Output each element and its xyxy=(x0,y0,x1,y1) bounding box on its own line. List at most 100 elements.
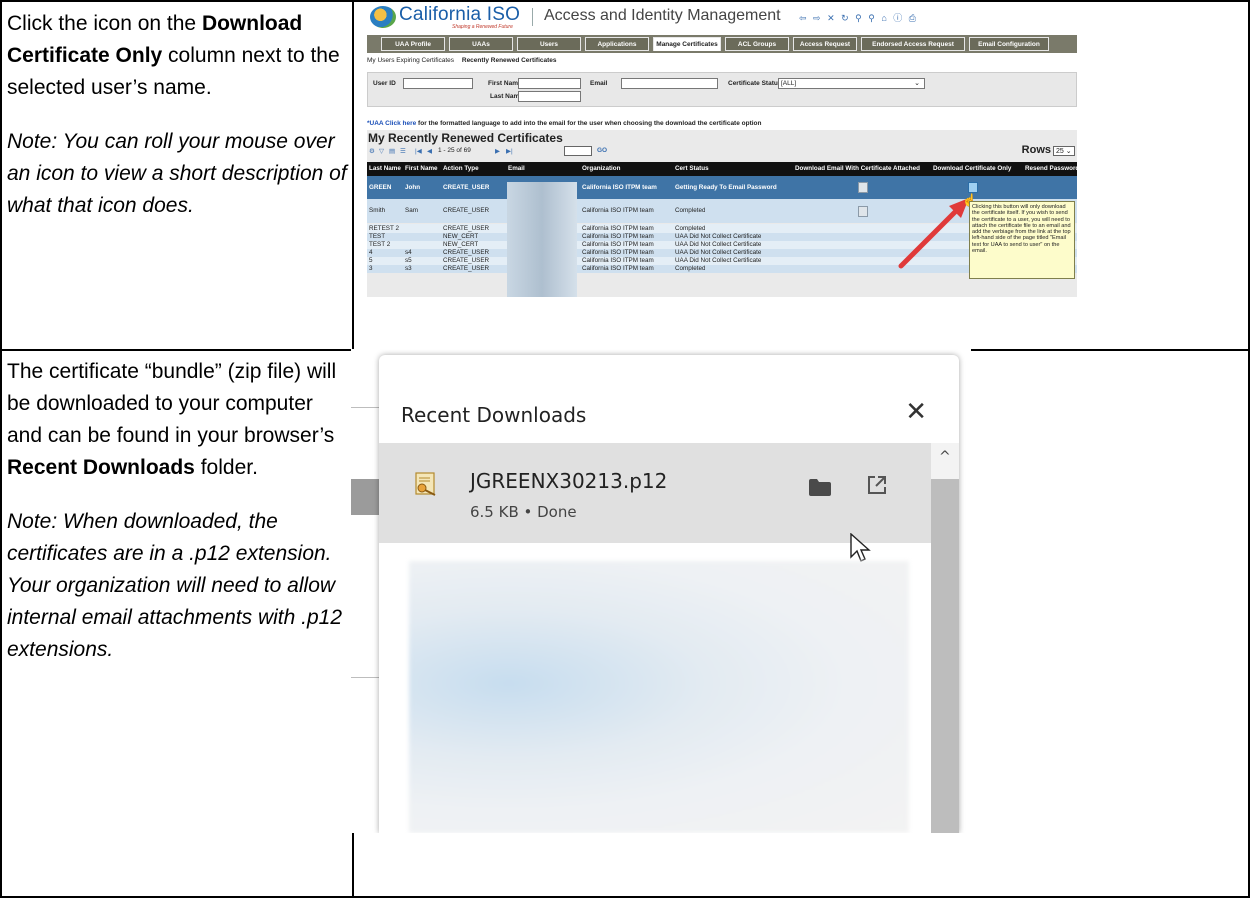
cell-first-name: s3 xyxy=(405,265,412,272)
tab-applications[interactable]: Applications xyxy=(585,37,649,51)
cell-action-type: CREATE_USER xyxy=(443,249,490,256)
aim-header: California ISO Shaping a Renewed Future … xyxy=(367,2,1077,32)
prev-page-icon[interactable]: ◀ xyxy=(427,147,432,155)
col-cert-status[interactable]: Cert Status xyxy=(675,162,793,176)
col-organization[interactable]: Organization xyxy=(582,162,672,176)
rows-select[interactable]: 25 ⌄ xyxy=(1053,146,1075,156)
first-name-input[interactable] xyxy=(518,78,581,89)
tab-uaa-profile[interactable]: UAA Profile xyxy=(381,37,445,51)
tab-manage-certificates[interactable]: Manage Certificates xyxy=(653,37,721,51)
filter-icon[interactable]: ⚙ xyxy=(369,147,375,155)
browser-background xyxy=(351,389,381,809)
cell-organization: California ISO ITPM team xyxy=(582,207,654,214)
first-name-label: First Name xyxy=(488,80,522,87)
last-name-input[interactable] xyxy=(518,91,581,102)
tab-endorsed-access-request[interactable]: Endorsed Access Request xyxy=(861,37,965,51)
cell-first-name: John xyxy=(405,184,421,191)
email-input[interactable] xyxy=(621,78,718,89)
aim-screenshot: California ISO Shaping a Renewed Future … xyxy=(367,2,1077,297)
subtab-expiring-certificates[interactable]: My Users Expiring Certificates xyxy=(367,57,454,64)
cell-cert-status: Completed xyxy=(675,265,706,272)
email-cert-icon[interactable] xyxy=(858,182,868,193)
downloads-scrollbar[interactable]: ^ xyxy=(931,443,959,833)
row2-note-text: Note: When downloaded, the certificates … xyxy=(7,510,343,661)
rows-label: Rows xyxy=(1021,144,1051,156)
caiso-logo-icon xyxy=(370,6,396,28)
row2-instructions: The certificate “bundle” (zip file) will… xyxy=(7,356,347,688)
row1-instruction: Click the icon on the Download Certifica… xyxy=(7,8,347,104)
cell-last-name: 5 xyxy=(369,257,373,264)
email-language-note: *UAA Click here for the formatted langua… xyxy=(367,120,762,127)
cell-organization: California ISO ITPM team xyxy=(582,265,654,272)
cert-status-label: Certificate Status xyxy=(728,80,782,87)
funnel-icon[interactable]: ▽ xyxy=(379,147,384,155)
tab-users[interactable]: Users xyxy=(517,37,581,51)
toolbar-icons[interactable]: ⇦ ⇨ ✕ ↻ ⚲ ⚲ ⌂ ⓘ ⎙ xyxy=(799,11,918,24)
cell-action-type: CREATE_USER xyxy=(443,225,490,232)
row1-note: Note: You can roll your mouse over an ic… xyxy=(7,126,347,222)
background-line xyxy=(351,407,381,408)
first-page-icon[interactable]: |◀ xyxy=(415,147,422,155)
cell-action-type: CREATE_USER xyxy=(443,257,490,264)
cell-cert-status: Completed xyxy=(675,207,706,214)
col-first-name[interactable]: First Name xyxy=(405,162,441,176)
scrollbar-thumb[interactable] xyxy=(931,479,959,833)
tab-email-configuration[interactable]: Email Configuration xyxy=(969,37,1049,51)
email-cert-icon[interactable] xyxy=(858,206,868,217)
export-icon[interactable]: ▤ xyxy=(389,147,395,155)
cell-last-name: Smith xyxy=(369,207,386,214)
cell-action-type: CREATE_USER xyxy=(443,184,490,191)
redacted-email-column xyxy=(507,182,577,297)
go-button[interactable]: GO xyxy=(597,147,607,154)
col-last-name[interactable]: Last Name xyxy=(369,162,403,176)
grid-pager: ⚙ ▽ ▤ ☰ |◀ ◀ 1 - 25 of 69 ▶ ▶| GO Rows 2… xyxy=(367,144,1077,158)
rows-select-value: 25 xyxy=(1056,148,1064,155)
cell-first-name: Sam xyxy=(405,207,418,214)
filter-panel: User ID First Name Last Name Email Certi… xyxy=(367,72,1077,107)
cell-last-name: 3 xyxy=(369,265,373,272)
email-label: Email xyxy=(590,80,608,87)
page-input[interactable] xyxy=(564,146,592,156)
download-file-name[interactable]: JGREENX30213.p12 xyxy=(470,469,667,493)
col-email[interactable]: Email xyxy=(508,162,578,176)
next-page-icon[interactable]: ▶ xyxy=(495,147,500,155)
user-id-label: User ID xyxy=(373,80,396,87)
panel-title: My Recently Renewed Certificates xyxy=(368,131,563,145)
downloads-title: Recent Downloads xyxy=(401,403,587,427)
cell-first-name: s4 xyxy=(405,249,412,256)
cell-last-name: 4 xyxy=(369,249,373,256)
uaa-click-here-link[interactable]: *UAA Click here xyxy=(367,120,416,127)
main-tab-bar: UAA Profile UAAs Users Applications Mana… xyxy=(367,35,1077,53)
row2-instruction-post: folder. xyxy=(194,456,258,479)
folder-icon[interactable] xyxy=(809,479,831,496)
header-separator xyxy=(532,8,533,26)
arrow-cursor-icon xyxy=(850,533,871,562)
cert-status-select[interactable]: [ALL] ⌄ xyxy=(778,78,925,89)
background-bar xyxy=(351,479,381,515)
open-external-icon[interactable] xyxy=(867,475,887,495)
col-download-email[interactable]: Download Email With Certificate Attached xyxy=(795,162,931,176)
download-item[interactable]: JGREENX30213.p12 6.5 KB • Done xyxy=(379,443,931,543)
columns-icon[interactable]: ☰ xyxy=(400,147,406,155)
page-range: 1 - 25 of 69 xyxy=(438,147,471,154)
subtab-recently-renewed[interactable]: Recently Renewed Certificates xyxy=(462,57,557,64)
app-title: Access and Identity Management xyxy=(544,7,781,24)
caiso-tagline: Shaping a Renewed Future xyxy=(452,24,513,30)
scroll-up-icon[interactable]: ^ xyxy=(939,449,951,465)
col-download-cert-only[interactable]: Download Certificate Only xyxy=(933,162,1023,176)
col-action-type[interactable]: Action Type xyxy=(443,162,505,176)
cell-cert-status: UAA Did Not Collect Certificate xyxy=(675,257,762,264)
user-id-input[interactable] xyxy=(403,78,473,89)
last-page-icon[interactable]: ▶| xyxy=(506,147,513,155)
tab-access-request[interactable]: Access Request xyxy=(793,37,857,51)
sub-tab-bar: My Users Expiring Certificates Recently … xyxy=(367,57,563,64)
close-icon[interactable]: ✕ xyxy=(905,397,927,427)
cell-cert-status: UAA Did Not Collect Certificate xyxy=(675,241,762,248)
cell-last-name: GREEN xyxy=(369,184,392,191)
cell-organization: California ISO ITPM team xyxy=(582,233,654,240)
cell-cert-status: Completed xyxy=(675,225,706,232)
tab-uaas[interactable]: UAAs xyxy=(449,37,513,51)
tab-acl-groups[interactable]: ACL Groups xyxy=(725,37,789,51)
col-resend-password[interactable]: Resend Password xyxy=(1025,162,1077,176)
cell-action-type: CREATE_USER xyxy=(443,207,490,214)
